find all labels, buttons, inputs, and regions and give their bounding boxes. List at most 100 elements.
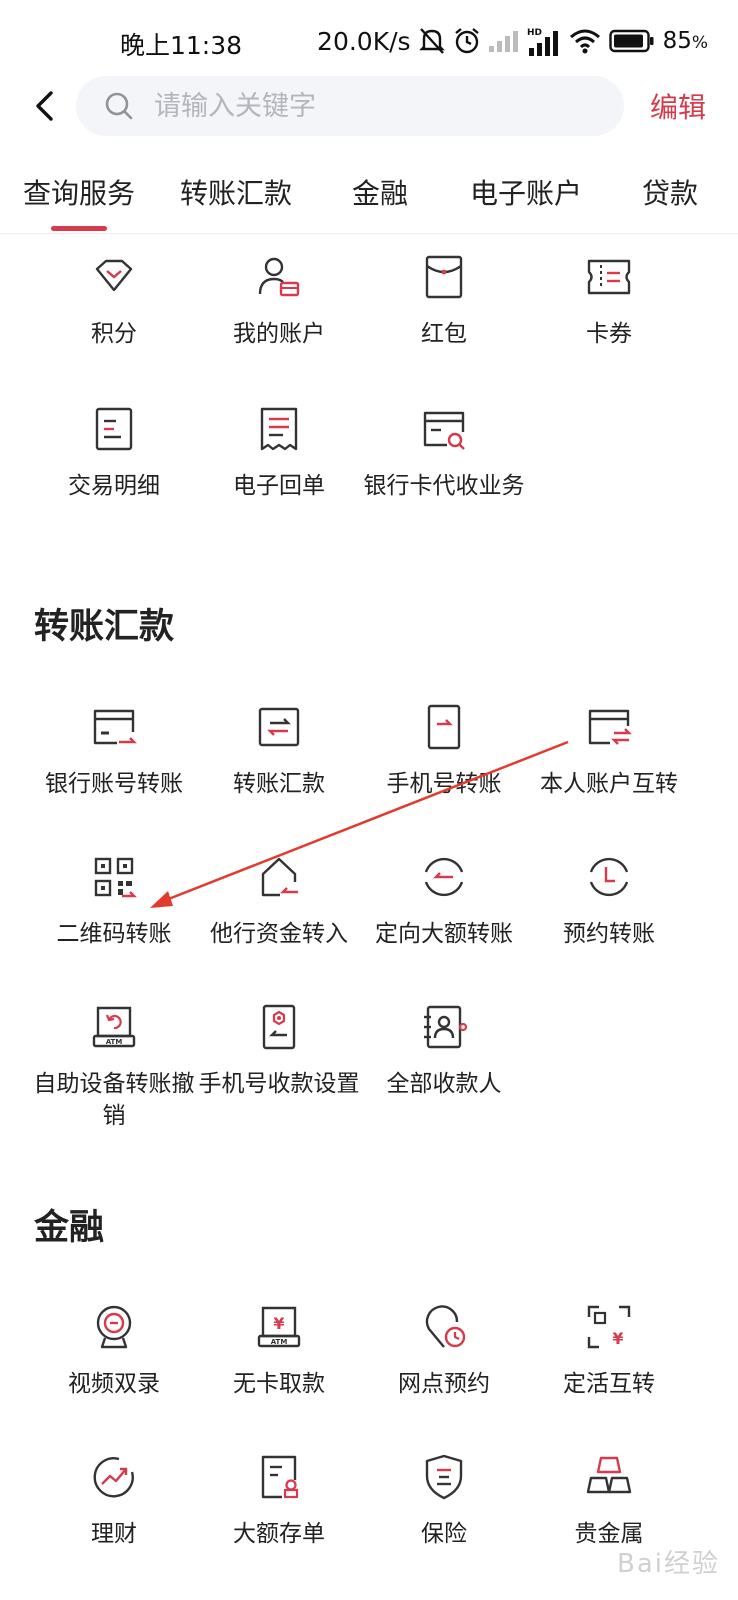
bank-card-transfer-icon [93, 709, 137, 745]
svg-text:¥: ¥ [273, 1314, 284, 1333]
battery-unit: % [691, 33, 708, 53]
tab-transfer[interactable]: 转账汇款 [180, 172, 292, 212]
grid-item-own-account-transfer[interactable]: 本人账户互转 [525, 702, 693, 800]
tab-finance[interactable]: 金融 [352, 172, 408, 212]
contacts-book-icon [424, 1005, 468, 1049]
user-card-icon [258, 257, 300, 297]
tab-loans[interactable]: 贷款 [642, 172, 698, 212]
grid-item-other-bank-inflow[interactable]: 他行资金转入 [195, 852, 363, 950]
grid-item-wealth-management[interactable]: 理财 [30, 1452, 198, 1550]
status-time: 晚上11:38 [120, 31, 243, 60]
grid-item-branch-appointment[interactable]: 网点预约 [360, 1302, 528, 1400]
grid-item-cardless-withdrawal[interactable]: ATM ¥ 无卡取款 [195, 1302, 363, 1400]
grid-item-e-receipt[interactable]: 电子回单 [195, 404, 363, 502]
grid-item-label: 定向大额转账 [375, 921, 513, 947]
grid-item-fixed-demand-transfer[interactable]: ¥ 定活互转 [525, 1302, 693, 1400]
edit-button[interactable]: 编辑 [650, 86, 706, 126]
grid-item-label: 银行账号转账 [45, 771, 183, 797]
transfer-arrows-icon [258, 707, 300, 747]
watermark: Bai经验 [617, 1549, 720, 1579]
grid-item-label: 卡券 [586, 321, 632, 347]
grid-item-large-deposit[interactable]: 大额存单 [195, 1452, 363, 1550]
alarm-icon [454, 28, 479, 54]
grid-item-scheduled-transfer[interactable]: 预约转账 [525, 852, 693, 950]
grid-item-label: 定活互转 [563, 1371, 655, 1397]
grid-item-label: 本人账户互转 [540, 771, 678, 797]
certificate-icon [261, 1455, 299, 1499]
atm-revoke-icon: ATM [92, 1006, 136, 1048]
grid-item-label: 银行卡代收业务 [363, 473, 525, 499]
svg-text:¥: ¥ [612, 1329, 623, 1348]
grid-item-insurance[interactable]: 保险 [360, 1452, 528, 1550]
search-input[interactable] [154, 90, 574, 122]
gold-bars-icon [586, 1456, 632, 1494]
grid-item-bank-account-transfer[interactable]: 银行账号转账 [30, 702, 198, 800]
section-title-transfer: 转账汇款 [34, 607, 175, 647]
svg-text:ATM: ATM [106, 1038, 123, 1046]
house-inflow-icon [261, 857, 298, 897]
coupon-icon [587, 259, 631, 295]
active-tab-indicator [51, 226, 107, 231]
svg-text:ATM: ATM [271, 1338, 288, 1346]
grid-item-phone-transfer[interactable]: 手机号转账 [360, 702, 528, 800]
grid-item-label: 积分 [91, 321, 137, 347]
grid-item-my-account[interactable]: 我的账户 [195, 252, 363, 350]
grid-item-label: 红包 [421, 321, 467, 347]
grid-item-label: 全部收款人 [386, 1071, 502, 1097]
search-icon [105, 92, 133, 120]
card-search-icon [423, 411, 465, 450]
grid-item-all-payees[interactable]: 全部收款人 [360, 1002, 528, 1100]
grid-item-transaction-detail[interactable]: 交易明细 [30, 404, 198, 502]
phone-receive-settings-icon [262, 1004, 296, 1050]
shield-icon [425, 1454, 463, 1500]
header: 编辑 [0, 74, 738, 138]
scan-yuan-icon: ¥ [587, 1305, 631, 1349]
location-clock-icon [425, 1305, 466, 1348]
grid-item-coupons[interactable]: 卡券 [525, 252, 693, 350]
signal-empty-icon [488, 31, 518, 52]
own-account-transfer-icon [588, 709, 632, 745]
grid-item-label: 无卡取款 [233, 1371, 325, 1397]
back-arrow-icon [36, 91, 53, 121]
grid-item-label: 交易明细 [68, 473, 160, 499]
receipt-icon [260, 407, 298, 451]
transaction-detail-icon [95, 407, 133, 451]
grid-item-phone-receive-settings[interactable]: 手机号收款设置 [195, 1002, 363, 1100]
svg-text:HD: HD [527, 28, 542, 38]
battery-percent: 85% [663, 28, 708, 54]
grid-item-points[interactable]: 积分 [30, 252, 198, 350]
tab-e-account[interactable]: 电子账户 [470, 172, 582, 212]
search-box[interactable] [76, 76, 624, 136]
grid-item-label: 电子回单 [233, 473, 325, 499]
grid-item-label: 保险 [421, 1521, 467, 1547]
grid-item-label: 我的账户 [233, 321, 325, 347]
wifi-icon [569, 29, 600, 54]
section-title-finance: 金融 [34, 1208, 105, 1248]
grid-item-label: 理财 [91, 1521, 137, 1547]
grid-item-directed-large-transfer[interactable]: 定向大额转账 [360, 852, 528, 950]
grid-item-label: 手机号收款设置 [198, 1071, 360, 1097]
mute-bell-icon [418, 28, 445, 54]
grid-item-label: 他行资金转入 [210, 921, 348, 947]
back-button[interactable] [26, 84, 62, 128]
grid-item-card-collection[interactable]: 银行卡代收业务 [360, 404, 528, 502]
grid-item-atm-revoke[interactable]: ATM 自助设备转账撤销 [30, 1002, 198, 1132]
status-bar: 晚上11:38 20.0K/s HD 85% [0, 0, 738, 80]
grid-item-label: 二维码转账 [56, 921, 172, 947]
webcam-icon [96, 1305, 132, 1349]
grid-item-qr-transfer[interactable]: 二维码转账 [30, 852, 198, 950]
grid-item-video-recording[interactable]: 视频双录 [30, 1302, 198, 1400]
grid-item-label: 视频双录 [68, 1371, 160, 1397]
category-tabs: 查询服务 转账汇款 金融 电子账户 贷款 [0, 158, 738, 234]
grid-item-transfer-remit[interactable]: 转账汇款 [195, 702, 363, 800]
grid-item-red-packet[interactable]: 红包 [360, 252, 528, 350]
grid-item-label: 大额存单 [233, 1521, 325, 1547]
network-speed: 20.0K/s [317, 26, 411, 56]
scheduled-transfer-icon [589, 857, 629, 897]
tab-query-services[interactable]: 查询服务 [23, 172, 135, 212]
diamond-icon [95, 259, 133, 292]
phone-transfer-icon [427, 704, 461, 750]
grid-item-label: 网点预约 [398, 1371, 490, 1397]
battery-value: 85 [662, 28, 692, 54]
grid-item-precious-metals[interactable]: 贵金属 [525, 1452, 693, 1550]
